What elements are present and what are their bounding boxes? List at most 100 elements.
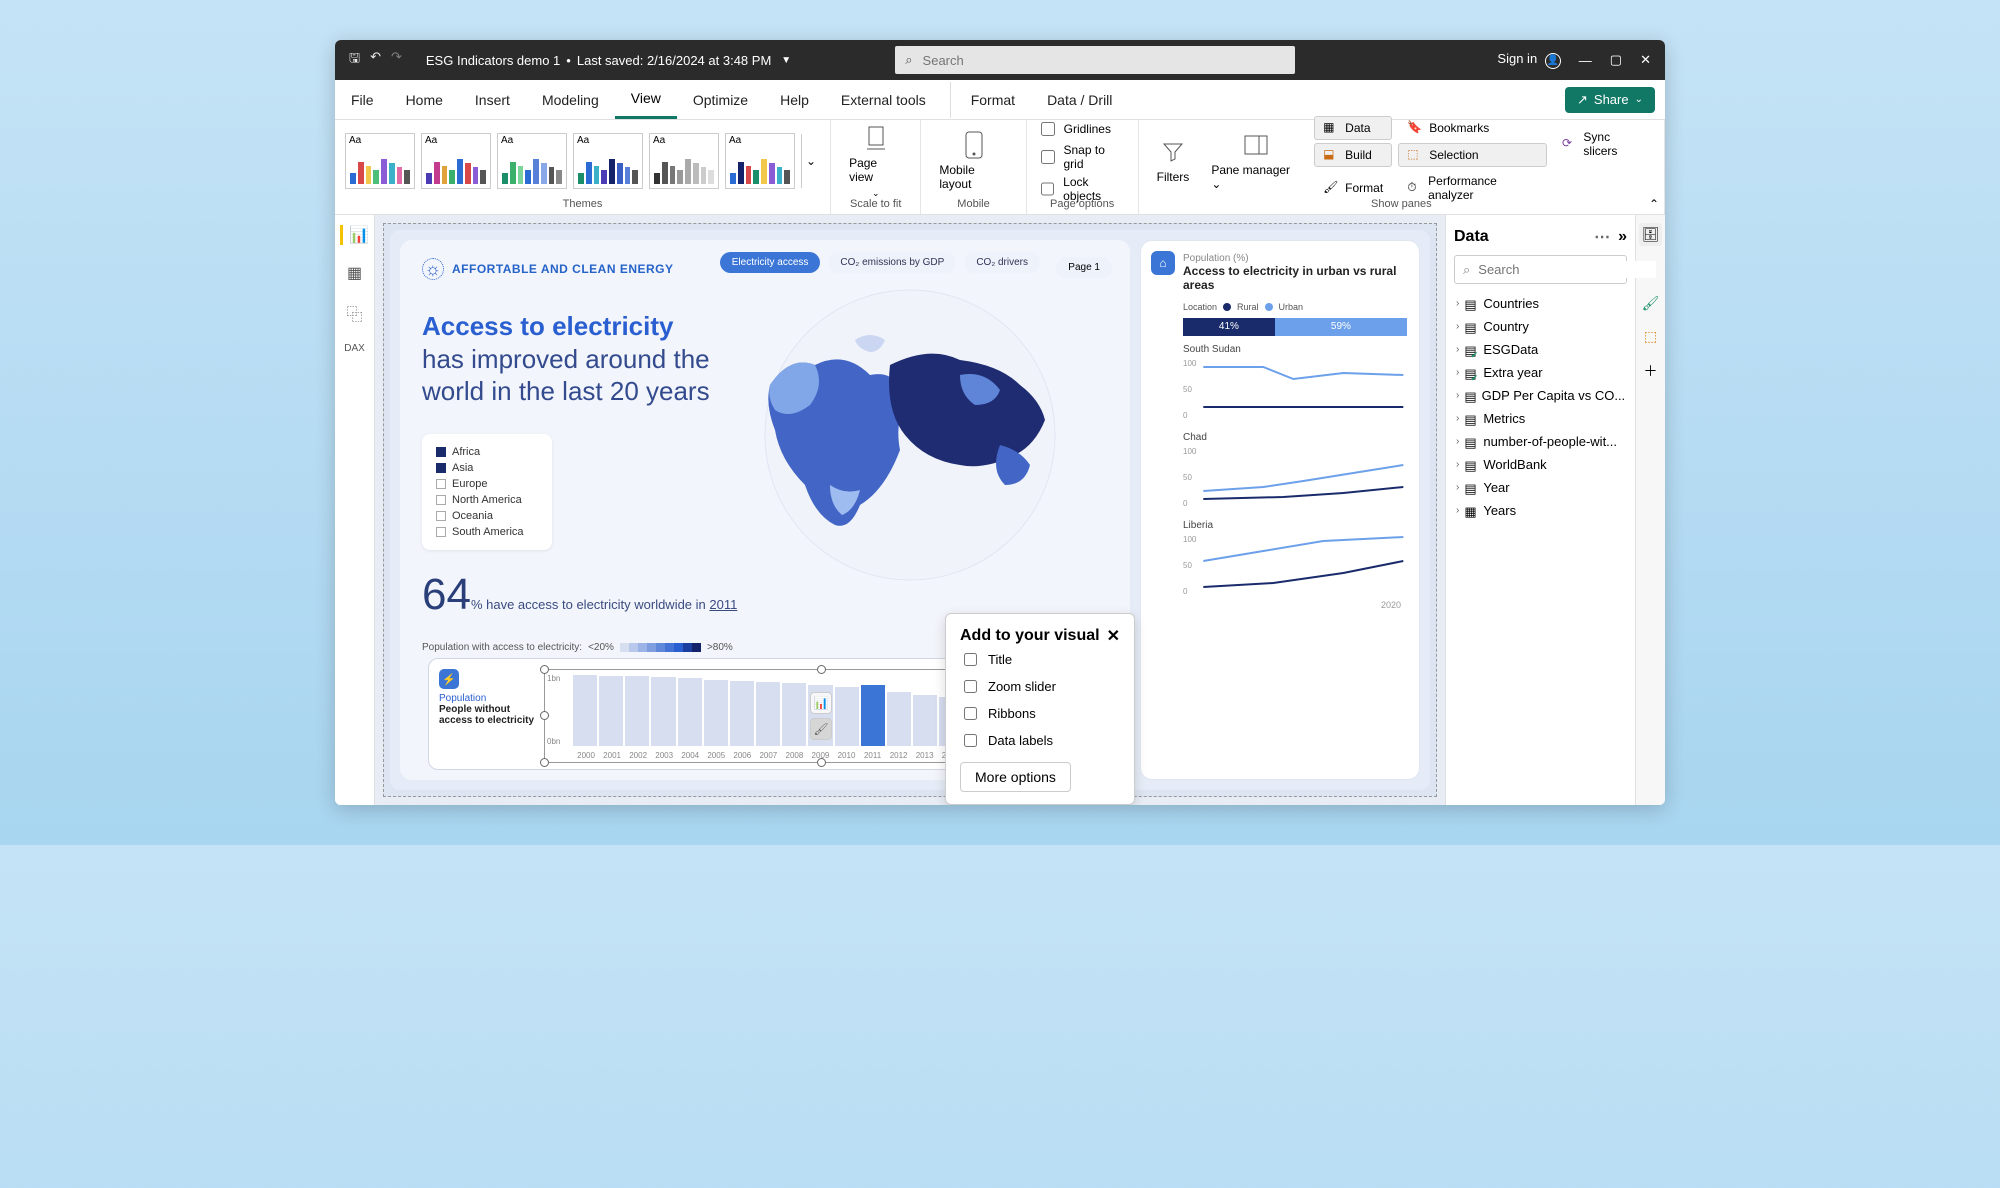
- bar[interactable]: [782, 683, 806, 746]
- search-input[interactable]: [921, 52, 1286, 69]
- pane-selection[interactable]: ⬚Selection: [1398, 143, 1547, 167]
- suggest-item[interactable]: Ribbons: [960, 700, 1120, 727]
- legend-item[interactable]: South America: [436, 524, 538, 540]
- theme-swatch[interactable]: Aa: [649, 133, 719, 189]
- legend-item[interactable]: Asia: [436, 460, 538, 476]
- bar[interactable]: [573, 675, 597, 746]
- pane-data[interactable]: ▦Data: [1314, 116, 1392, 140]
- data-table-node[interactable]: ›▤✔ESGData: [1454, 338, 1627, 361]
- tab-view[interactable]: View: [615, 80, 677, 119]
- data-table-node[interactable]: ›▤Year: [1454, 476, 1627, 499]
- themes-more[interactable]: ⌄: [801, 134, 820, 188]
- tab-home[interactable]: Home: [390, 82, 459, 118]
- legend-item[interactable]: Europe: [436, 476, 538, 492]
- axis-tick-2020: 2020: [1183, 600, 1407, 610]
- tab-datadrill[interactable]: Data / Drill: [1031, 82, 1128, 118]
- pane-more-icon[interactable]: ⋯: [1594, 227, 1610, 247]
- pill-co2-gdp[interactable]: CO₂ emissions by GDP: [828, 252, 956, 273]
- snap-checkbox[interactable]: Snap to grid: [1037, 141, 1128, 173]
- legend-item[interactable]: Africa: [436, 444, 538, 460]
- theme-swatch[interactable]: Aa: [725, 133, 795, 189]
- theme-swatch[interactable]: Aa: [497, 133, 567, 189]
- doc-dropdown-icon[interactable]: ▼: [781, 55, 791, 66]
- report-side-panel: ⌂ Population (%) Access to electricity i…: [1140, 240, 1420, 780]
- switch-visual-icon[interactable]: 📊: [810, 692, 832, 714]
- data-table-node[interactable]: ›▤Countries: [1454, 292, 1627, 315]
- close-icon[interactable]: ✕: [1107, 626, 1120, 646]
- barchart-category: Population: [439, 693, 544, 704]
- bar[interactable]: [730, 681, 754, 746]
- close-button[interactable]: ✕: [1640, 52, 1651, 68]
- bar[interactable]: [599, 676, 623, 746]
- tab-help[interactable]: Help: [764, 82, 825, 118]
- rail-format-icon[interactable]: 🖌: [1642, 295, 1660, 312]
- share-button[interactable]: ↗ Share ⌄: [1565, 87, 1655, 113]
- rail-data-icon[interactable]: 🗄: [1639, 223, 1663, 246]
- suggest-item[interactable]: Zoom slider: [960, 673, 1120, 700]
- ribbon-collapse-icon[interactable]: ⌃: [1649, 197, 1659, 211]
- data-search-input[interactable]: [1476, 261, 1656, 278]
- data-table-node[interactable]: ›▤Metrics: [1454, 407, 1627, 430]
- tab-optimize[interactable]: Optimize: [677, 82, 764, 118]
- sync-icon: ⟳: [1562, 136, 1577, 152]
- bar[interactable]: [861, 685, 885, 746]
- bar[interactable]: [913, 695, 937, 747]
- rail-selection-icon[interactable]: ⬚: [1644, 328, 1657, 345]
- canvas[interactable]: ☼ AFFORTABLE AND CLEAN ENERGY Electricit…: [375, 215, 1445, 805]
- pane-collapse-icon[interactable]: »: [1618, 228, 1627, 246]
- model-view-icon[interactable]: ⿻: [346, 301, 362, 325]
- dax-view-icon[interactable]: DAX: [344, 343, 365, 354]
- data-table-node[interactable]: ›▤WorldBank: [1454, 453, 1627, 476]
- suggest-item[interactable]: Data labels: [960, 727, 1120, 754]
- suggest-item[interactable]: Title: [960, 646, 1120, 673]
- signin-button[interactable]: Sign in 👤: [1497, 51, 1560, 69]
- minimize-button[interactable]: —: [1579, 53, 1592, 68]
- redo-icon[interactable]: ↷: [391, 49, 402, 71]
- bar[interactable]: [704, 680, 728, 746]
- home-icon[interactable]: ⌂: [1151, 251, 1175, 275]
- theme-swatch[interactable]: Aa: [573, 133, 643, 189]
- maximize-button[interactable]: ▢: [1610, 52, 1622, 68]
- data-table-node[interactable]: ›▤Country: [1454, 315, 1627, 338]
- filters-button[interactable]: Filters: [1149, 134, 1198, 188]
- pane-sync[interactable]: ⟳Sync slicers: [1553, 126, 1654, 162]
- save-icon[interactable]: 🖫: [349, 49, 360, 71]
- tab-file[interactable]: File: [335, 82, 390, 118]
- report-pills: Electricity access CO₂ emissions by GDP …: [720, 252, 1040, 273]
- bar[interactable]: [835, 687, 859, 746]
- data-table-node[interactable]: ›▤GDP Per Capita vs CO...: [1454, 384, 1627, 407]
- ribbon-tabs: File Home Insert Modeling View Optimize …: [335, 80, 1665, 120]
- undo-icon[interactable]: ↶: [370, 49, 381, 71]
- global-search[interactable]: ⌕: [895, 46, 1295, 74]
- bar[interactable]: [756, 682, 780, 746]
- pill-electricity[interactable]: Electricity access: [720, 252, 821, 273]
- pane-manager-button[interactable]: Pane manager ⌄: [1203, 127, 1308, 195]
- legend-item[interactable]: Oceania: [436, 508, 538, 524]
- gridlines-checkbox[interactable]: Gridlines: [1037, 117, 1128, 141]
- pane-build[interactable]: ⬓Build: [1314, 143, 1392, 167]
- tab-insert[interactable]: Insert: [459, 82, 526, 118]
- format-visual-icon[interactable]: 🖌: [810, 718, 832, 740]
- pane-bookmarks[interactable]: 🔖Bookmarks: [1398, 116, 1547, 140]
- rail-add-icon[interactable]: ＋: [1644, 361, 1658, 381]
- bar[interactable]: [887, 692, 911, 746]
- theme-swatch[interactable]: Aa: [421, 133, 491, 189]
- legend-item[interactable]: North America: [436, 492, 538, 508]
- tab-format[interactable]: Format: [950, 82, 1031, 118]
- more-options-button[interactable]: More options: [960, 762, 1071, 792]
- table-view-icon[interactable]: ▦: [347, 263, 362, 283]
- tab-modeling[interactable]: Modeling: [526, 82, 615, 118]
- tab-external[interactable]: External tools: [825, 82, 942, 118]
- data-table-node[interactable]: ›▤✔Extra year: [1454, 361, 1627, 384]
- report-view-icon[interactable]: 📊: [340, 225, 369, 245]
- bar[interactable]: [625, 676, 649, 746]
- data-table-node[interactable]: ›▤number-of-people-wit...: [1454, 430, 1627, 453]
- mobile-layout-button[interactable]: Mobile layout: [931, 127, 1015, 195]
- bar[interactable]: [651, 677, 675, 746]
- pill-co2-drivers[interactable]: CO₂ drivers: [964, 252, 1040, 273]
- bar[interactable]: [678, 678, 702, 746]
- page-view-button[interactable]: Page view ⌄: [841, 120, 910, 203]
- data-table-node[interactable]: ›▦Years: [1454, 499, 1627, 522]
- theme-swatch[interactable]: Aa: [345, 133, 415, 189]
- data-search[interactable]: ⌕: [1454, 255, 1627, 284]
